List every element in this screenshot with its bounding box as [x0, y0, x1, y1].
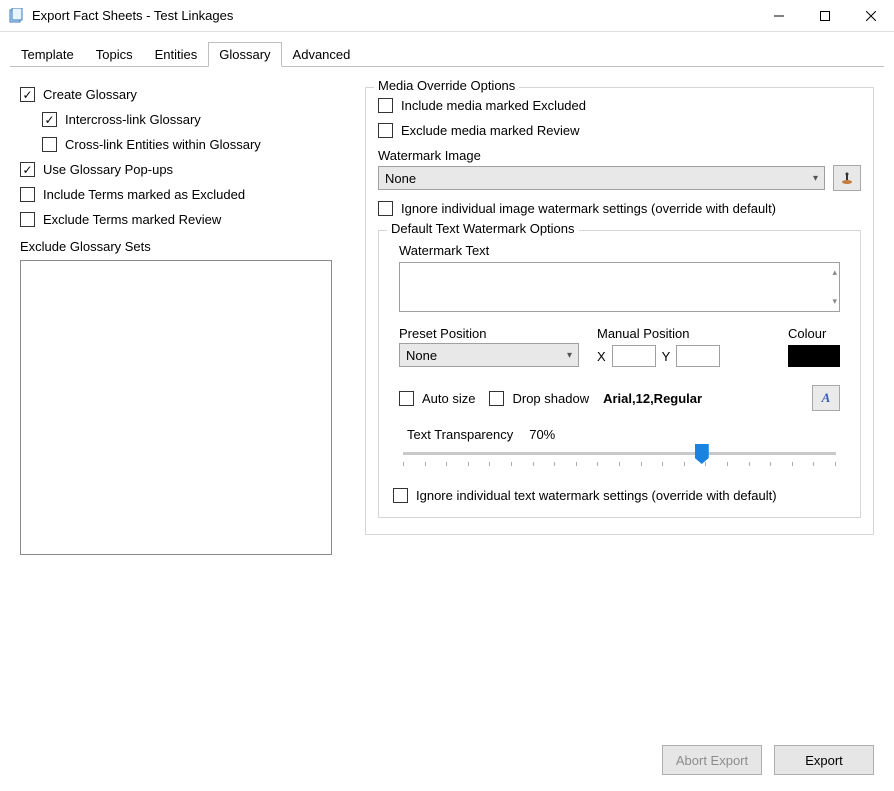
include-excluded-media-checkbox[interactable]	[378, 98, 393, 113]
chevron-down-icon: ▾	[567, 350, 572, 361]
preset-position-value: None	[406, 348, 437, 363]
window-title: Export Fact Sheets - Test Linkages	[32, 8, 756, 23]
auto-size-label: Auto size	[422, 391, 475, 406]
drop-shadow-checkbox[interactable]	[489, 391, 504, 406]
ignore-image-wm-label: Ignore individual image watermark settin…	[401, 201, 776, 216]
titlebar: Export Fact Sheets - Test Linkages	[0, 0, 894, 32]
watermark-text-label: Watermark Text	[399, 243, 840, 258]
crosslink-entities-checkbox[interactable]	[42, 137, 57, 152]
abort-export-button: Abort Export	[662, 745, 762, 775]
ignore-image-wm-checkbox[interactable]	[378, 201, 393, 216]
use-popup-label: Use Glossary Pop-ups	[43, 162, 173, 177]
media-override-legend: Media Override Options	[374, 78, 519, 93]
transparency-slider[interactable]	[403, 446, 836, 470]
crosslink-entities-label: Cross-link Entities within Glossary	[65, 137, 261, 152]
chevron-down-icon: ▾	[813, 173, 818, 184]
tab-entities[interactable]: Entities	[144, 42, 209, 67]
tab-advanced[interactable]: Advanced	[282, 42, 362, 67]
tab-template[interactable]: Template	[10, 42, 85, 67]
text-watermark-legend: Default Text Watermark Options	[387, 221, 579, 236]
manual-x-input[interactable]	[612, 345, 656, 367]
transparency-label: Text Transparency	[407, 427, 513, 442]
create-glossary-checkbox[interactable]	[20, 87, 35, 102]
auto-size-checkbox[interactable]	[399, 391, 414, 406]
create-glossary-label: Create Glossary	[43, 87, 137, 102]
watermark-image-value: None	[385, 171, 416, 186]
tabs: Template Topics Entities Glossary Advanc…	[0, 32, 894, 67]
tab-glossary[interactable]: Glossary	[208, 42, 281, 67]
export-button[interactable]: Export	[774, 745, 874, 775]
exclude-review-media-label: Exclude media marked Review	[401, 123, 579, 138]
minimize-button[interactable]	[756, 0, 802, 32]
manual-position-label: Manual Position	[597, 326, 720, 341]
intercross-label: Intercross-link Glossary	[65, 112, 201, 127]
manual-y-input[interactable]	[676, 345, 720, 367]
slider-thumb[interactable]	[695, 444, 709, 464]
close-button[interactable]	[848, 0, 894, 32]
watermark-image-label: Watermark Image	[378, 148, 861, 163]
watermark-image-select[interactable]: None ▾	[378, 166, 825, 190]
spin-up-icon[interactable]: ▴	[832, 267, 837, 278]
tab-topics[interactable]: Topics	[85, 42, 144, 67]
font-picker-button[interactable]: A	[812, 385, 840, 411]
transparency-value: 70%	[529, 427, 555, 442]
app-icon	[8, 8, 24, 24]
intercross-checkbox[interactable]	[42, 112, 57, 127]
manual-x-label: X	[597, 349, 606, 364]
exclude-sets-label: Exclude Glossary Sets	[20, 239, 345, 254]
remove-watermark-button[interactable]	[833, 165, 861, 191]
watermark-text-input[interactable]: ▴ ▾	[399, 262, 840, 312]
drop-shadow-label: Drop shadow	[512, 391, 589, 406]
colour-swatch[interactable]	[788, 345, 840, 367]
exclude-sets-listbox[interactable]	[20, 260, 332, 555]
ignore-text-wm-label: Ignore individual text watermark setting…	[416, 488, 777, 503]
media-override-group: Media Override Options Include media mar…	[365, 87, 874, 535]
spin-down-icon[interactable]: ▾	[832, 296, 837, 307]
preset-position-label: Preset Position	[399, 326, 579, 341]
exclude-review-terms-label: Exclude Terms marked Review	[43, 212, 221, 227]
include-excluded-terms-checkbox[interactable]	[20, 187, 35, 202]
include-excluded-terms-label: Include Terms marked as Excluded	[43, 187, 245, 202]
include-excluded-media-label: Include media marked Excluded	[401, 98, 586, 113]
ignore-text-wm-checkbox[interactable]	[393, 488, 408, 503]
exclude-review-media-checkbox[interactable]	[378, 123, 393, 138]
colour-label: Colour	[788, 326, 826, 341]
manual-y-label: Y	[662, 349, 671, 364]
exclude-review-terms-checkbox[interactable]	[20, 212, 35, 227]
maximize-button[interactable]	[802, 0, 848, 32]
text-watermark-group: Default Text Watermark Options Watermark…	[378, 230, 861, 518]
font-description: Arial,12,Regular	[603, 391, 702, 406]
preset-position-select[interactable]: None ▾	[399, 343, 579, 367]
use-popup-checkbox[interactable]	[20, 162, 35, 177]
